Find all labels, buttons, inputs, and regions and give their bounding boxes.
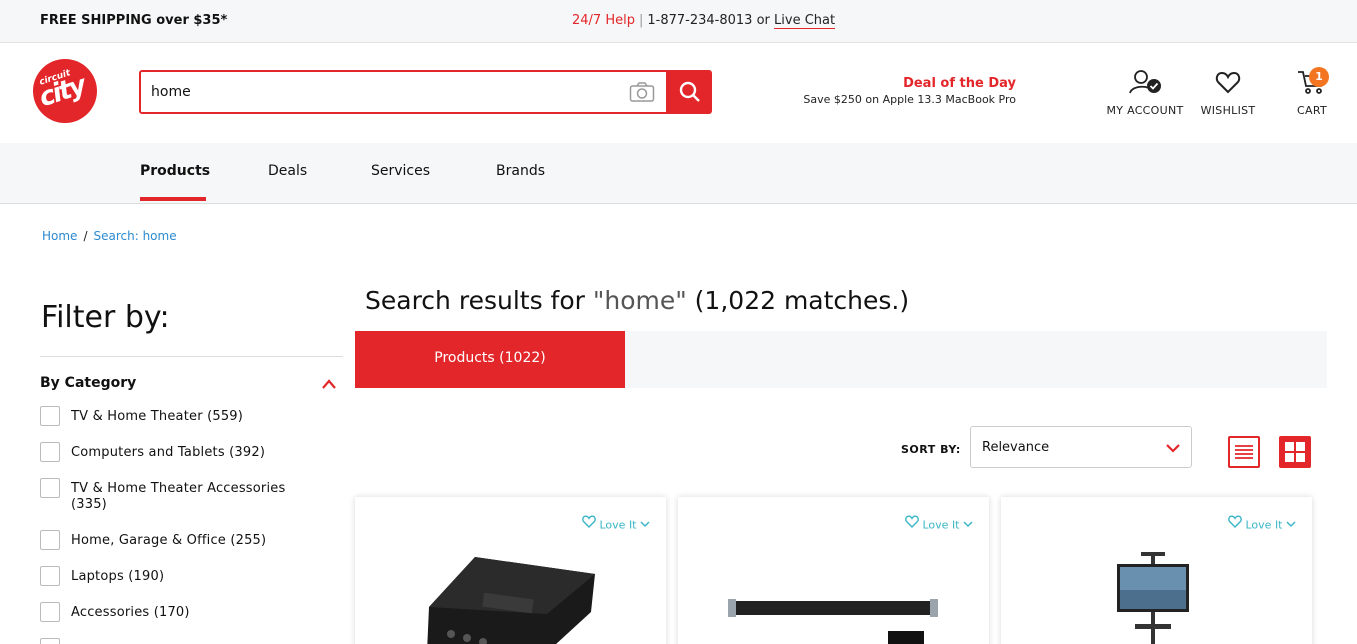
results-title: Search results for "home" (1,022 matches… <box>365 286 909 315</box>
header: circuit city Deal of the Day Save $250 o… <box>0 43 1357 143</box>
love-it-label: Love It <box>599 518 637 532</box>
chevron-down-icon <box>1165 439 1181 458</box>
help-phone[interactable]: 1-877-234-8013 <box>647 13 752 28</box>
search-button[interactable] <box>666 72 710 112</box>
heart-icon <box>1228 515 1242 528</box>
deal-subtitle: Save $250 on Apple 13.3 MacBook Pro <box>803 93 1016 106</box>
wishlist-button[interactable]: WISHLIST <box>1196 69 1260 117</box>
help-or: or <box>756 13 770 28</box>
search-input[interactable] <box>151 80 611 104</box>
category-label[interactable]: Laptops (190) <box>71 569 331 585</box>
chevron-down-icon <box>963 521 973 528</box>
results-count: (1,022 matches.) <box>686 286 910 315</box>
love-it-label: Love It <box>1245 518 1283 532</box>
category-label[interactable]: Computers and Tablets (392) <box>71 445 331 461</box>
product-card[interactable]: Love It <box>678 497 989 644</box>
product-image-power-strip <box>728 599 938 644</box>
nav-deals[interactable]: Deals <box>268 163 307 179</box>
results-query: "home" <box>592 286 687 315</box>
product-card[interactable]: Love It <box>1001 497 1312 644</box>
category-label[interactable]: Home, Garage & Office (255) <box>71 533 331 549</box>
category-label[interactable]: TV & Home Theater Accessories (335) <box>71 481 321 513</box>
account-icon <box>1129 70 1161 94</box>
main-nav: Products Deals Services Brands <box>0 143 1357 204</box>
help-line: 24/7 Help | 1-877-234-8013 or Live Chat <box>572 13 836 29</box>
love-it-button[interactable]: Love It <box>1228 515 1296 532</box>
love-it-button[interactable]: Love It <box>905 515 973 532</box>
product-card[interactable]: Love It <box>355 497 666 644</box>
heart-icon <box>1215 71 1241 94</box>
category-heading[interactable]: By Category <box>40 375 136 391</box>
cart-label: CART <box>1297 104 1327 117</box>
list-view-button[interactable] <box>1228 436 1260 468</box>
tab-products[interactable]: Products (1022) <box>355 331 625 388</box>
sort-select[interactable]: Relevance <box>970 426 1192 468</box>
nav-products[interactable]: Products <box>140 163 210 179</box>
category-checkbox[interactable] <box>40 566 60 586</box>
heart-icon <box>582 515 596 528</box>
sort-value: Relevance <box>982 440 1050 455</box>
filter-title: Filter by: <box>41 300 170 335</box>
search-icon <box>679 81 700 102</box>
grid-icon <box>1285 442 1305 462</box>
heart-icon <box>905 515 919 528</box>
results-prefix: Search results for <box>365 286 593 315</box>
cart-count-badge: 1 <box>1309 67 1329 87</box>
free-shipping-text: FREE SHIPPING over $35* <box>40 13 228 28</box>
grid-view-button[interactable] <box>1279 436 1311 468</box>
breadcrumb-current[interactable]: Search: home <box>93 229 176 243</box>
filter-divider <box>40 356 343 357</box>
live-chat-link[interactable]: Live Chat <box>774 13 836 29</box>
category-label[interactable]: TV & Home Theater (559) <box>71 409 331 425</box>
nav-active-indicator <box>140 197 206 201</box>
breadcrumb: Home / Search: home <box>42 229 177 243</box>
camera-icon[interactable] <box>629 81 655 103</box>
chevron-up-icon[interactable] <box>321 375 337 394</box>
breadcrumb-home[interactable]: Home <box>42 229 77 243</box>
category-checkbox[interactable] <box>40 638 60 644</box>
circuit-city-logo[interactable]: circuit city <box>33 59 97 123</box>
wishlist-label: WISHLIST <box>1200 104 1256 117</box>
search-bar <box>139 70 712 114</box>
chevron-down-icon <box>640 521 650 528</box>
deal-of-the-day[interactable]: Deal of the Day Save $250 on Apple 13.3 … <box>790 76 1016 106</box>
top-bar: FREE SHIPPING over $35* 24/7 Help | 1-877-… <box>0 0 1357 43</box>
chevron-down-icon <box>1286 521 1296 528</box>
list-icon <box>1235 445 1253 459</box>
category-label[interactable]: Accessories (170) <box>71 605 331 621</box>
product-image-amplifier <box>427 557 595 644</box>
breadcrumb-separator: / <box>83 229 88 243</box>
cart-button[interactable]: 1 CART <box>1286 67 1338 117</box>
deal-title: Deal of the Day <box>903 76 1016 91</box>
nav-services[interactable]: Services <box>371 163 430 179</box>
my-account-label: MY ACCOUNT <box>1106 104 1184 117</box>
help-separator: | <box>638 13 644 28</box>
my-account-button[interactable]: MY ACCOUNT <box>1104 69 1186 117</box>
sort-label: SORT BY: <box>901 443 961 456</box>
category-checkbox[interactable] <box>40 530 60 550</box>
results-tabs: Products (1022) <box>355 331 1327 388</box>
category-checkbox[interactable] <box>40 442 60 462</box>
love-it-button[interactable]: Love It <box>582 515 650 532</box>
category-checkbox[interactable] <box>40 602 60 622</box>
category-checkbox[interactable] <box>40 406 60 426</box>
help-label: 24/7 Help <box>572 13 635 28</box>
nav-brands[interactable]: Brands <box>496 163 545 179</box>
love-it-label: Love It <box>922 518 960 532</box>
category-checkbox[interactable] <box>40 478 60 498</box>
product-image-tv-stand <box>1117 552 1189 644</box>
